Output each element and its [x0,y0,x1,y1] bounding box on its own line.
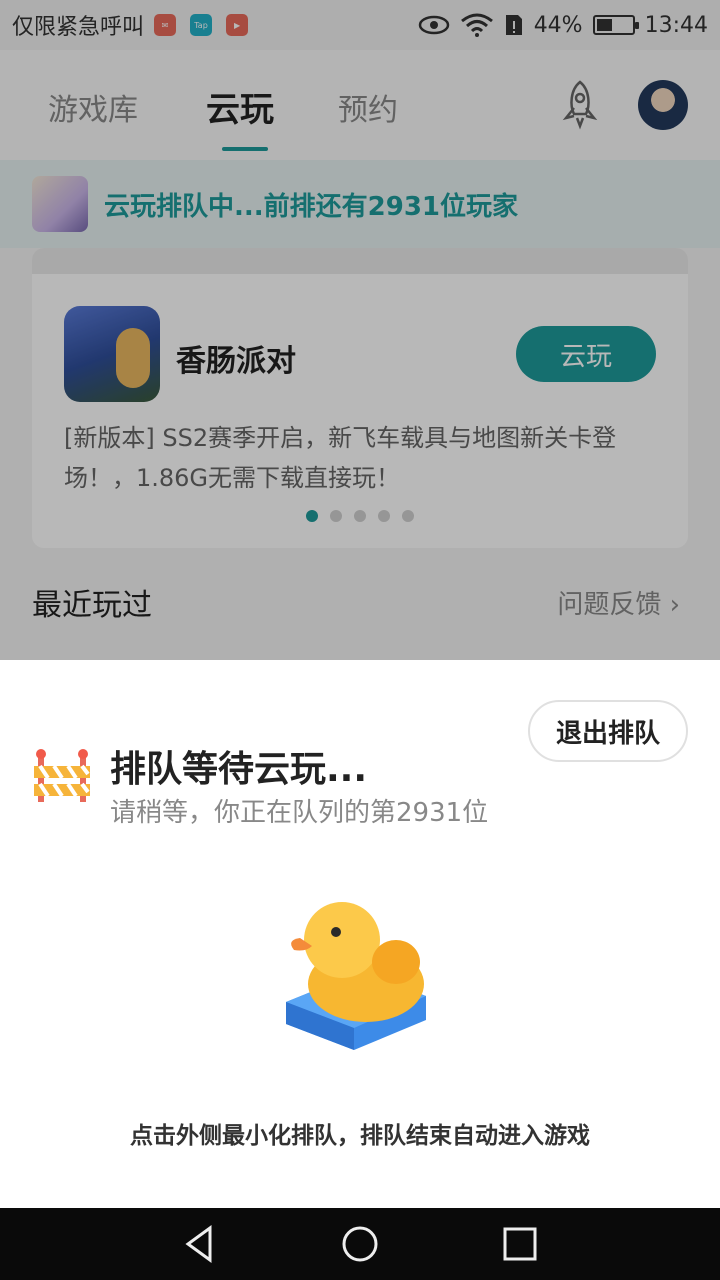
sheet-title: 排队等待云玩... [110,749,368,790]
home-icon[interactable] [340,1224,380,1264]
dim-overlay[interactable] [0,0,720,660]
system-nav-bar [0,1208,720,1280]
recents-icon[interactable] [500,1224,540,1264]
barrier-icon [34,749,90,802]
queue-bottom-sheet: 退出排队 排队等待云玩... 请稍等，你正在队列的第2931位 点击外侧最小化排… [0,660,720,1208]
duck-illustration-icon [286,902,426,1050]
queue-position-text: 请稍等，你正在队列的第2931位 [110,798,489,828]
sheet-hint: 点击外侧最小化排队，排队结束自动进入游戏 [130,1123,590,1149]
exit-queue-button[interactable]: 退出排队 [528,700,688,762]
back-icon[interactable] [180,1224,220,1264]
